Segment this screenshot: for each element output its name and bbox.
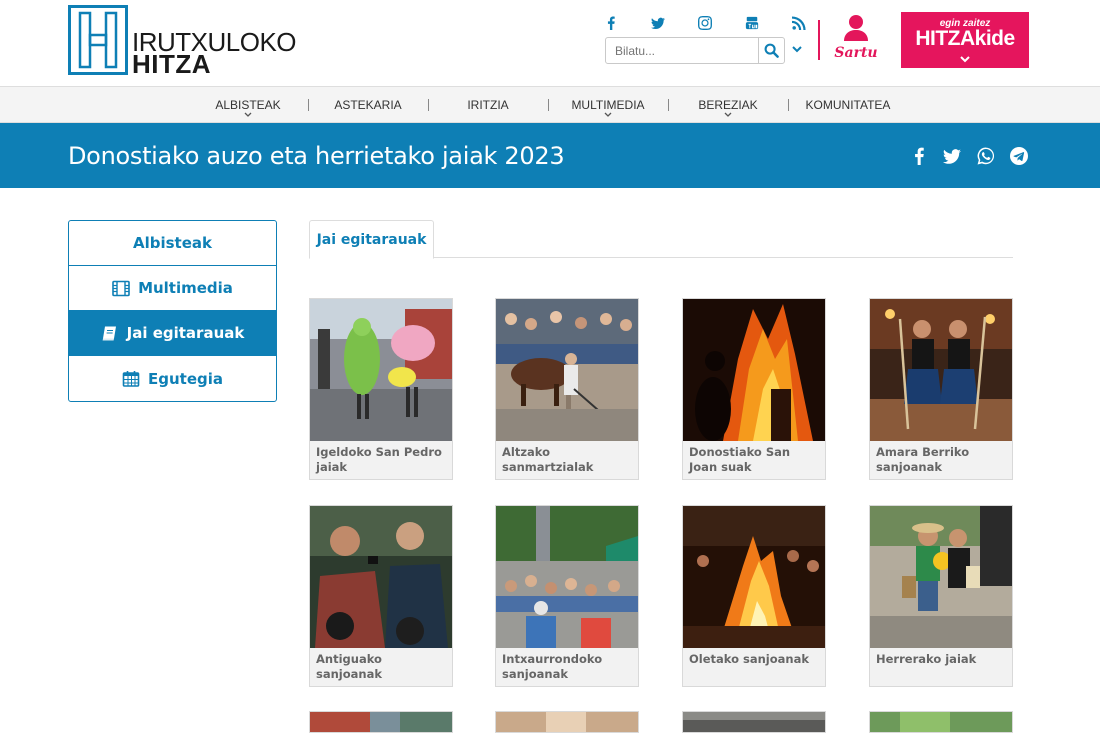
card-photo: [496, 299, 638, 441]
calendar-icon: [122, 371, 140, 387]
search-box: [605, 37, 785, 64]
card-donostia-san-joan[interactable]: Donostiako San Joan suak: [682, 298, 826, 480]
nav-item-iritzia[interactable]: IRITZIA: [448, 87, 528, 123]
card-amara-berri[interactable]: Amara Berriko sanjoanak: [869, 298, 1013, 480]
rss-icon[interactable]: [788, 12, 810, 34]
card-partial[interactable]: [495, 711, 639, 733]
card-title: Altzako sanmartzialak: [502, 445, 594, 474]
nav-label: ASTEKARIA: [334, 98, 402, 112]
header-divider: [818, 20, 820, 60]
card-oleta[interactable]: Oletako sanjoanak: [682, 505, 826, 687]
card-photo: [870, 712, 1012, 732]
chevron-down-icon: [724, 112, 732, 117]
card-partial[interactable]: [869, 711, 1013, 733]
nav-item-multimedia[interactable]: MULTIMEDIA: [568, 87, 648, 123]
card-igeldo[interactable]: Igeldoko San Pedro jaiak: [309, 298, 453, 480]
logo-mark: [68, 5, 128, 75]
user-icon: [844, 15, 868, 41]
card-altza[interactable]: Altzako sanmartzialak: [495, 298, 639, 480]
search-icon: [764, 43, 779, 58]
content-tabs: Jai egitarauak: [309, 220, 1013, 259]
card-photo: [870, 506, 1012, 648]
card-photo: [310, 506, 452, 648]
section-title-band: Donostiako auzo eta herrietako jaiak 202…: [0, 123, 1100, 188]
card-title: Antiguako sanjoanak: [316, 652, 382, 681]
site-logo[interactable]: IRUTXULOKO HITZA: [68, 5, 297, 79]
section-sidebar: Albisteak Multimedia Jai egitarauak Egut…: [68, 220, 277, 402]
login-button[interactable]: Sartu: [834, 14, 878, 64]
nav-item-bereziak[interactable]: BEREZIAK: [688, 87, 768, 123]
sidebar-item-egutegia[interactable]: Egutegia: [69, 356, 276, 401]
card-antigua[interactable]: Antiguako sanjoanak: [309, 505, 453, 687]
card-partial[interactable]: [682, 711, 826, 733]
telegram-icon[interactable]: [1008, 145, 1030, 167]
twitter-icon[interactable]: [647, 12, 669, 34]
card-photo: [496, 506, 638, 648]
card-intxaurrondo[interactable]: Intxaurrondoko sanjoanak: [495, 505, 639, 687]
card-title: Donostiako San Joan suak: [689, 445, 791, 474]
nav-label: MULTIMEDIA: [571, 98, 645, 112]
card-photo: [683, 712, 825, 732]
sidebar-item-label: Albisteak: [133, 234, 212, 252]
card-photo: [496, 712, 638, 732]
logo-bottom-text: HITZA: [132, 49, 212, 79]
sidebar-item-multimedia[interactable]: Multimedia: [69, 266, 276, 311]
nav-separator: [548, 99, 549, 111]
sidebar-item-jai-egitarauak[interactable]: Jai egitarauak: [69, 311, 276, 356]
facebook-icon[interactable]: [908, 145, 930, 167]
nav-separator: [788, 99, 789, 111]
card-title: Herrerako jaiak: [876, 652, 977, 666]
nav-item-albisteak[interactable]: ALBISTEAK: [208, 87, 288, 123]
instagram-icon[interactable]: [694, 12, 716, 34]
tab-jai-egitarauak[interactable]: Jai egitarauak: [309, 220, 434, 259]
film-icon: [112, 280, 130, 296]
chevron-down-icon: [604, 112, 612, 117]
search-input[interactable]: [606, 38, 758, 63]
nav-separator: [668, 99, 669, 111]
card-photo: [870, 299, 1012, 441]
sidebar-item-label: Jai egitarauak: [126, 324, 245, 342]
card-title: Oletako sanjoanak: [689, 652, 810, 666]
login-label: Sartu: [834, 45, 878, 61]
nav-label: IRITZIA: [467, 98, 509, 112]
nav-label: BEREZIAK: [698, 98, 758, 112]
book-icon: [102, 326, 116, 340]
whatsapp-icon[interactable]: [975, 145, 997, 167]
card-photo: [683, 506, 825, 648]
card-title: Amara Berriko sanjoanak: [876, 445, 970, 474]
twitter-icon[interactable]: [941, 145, 963, 167]
card-title: Intxaurrondoko sanjoanak: [502, 652, 603, 681]
page-title: Donostiako auzo eta herrietako jaiak 202…: [68, 142, 565, 170]
nav-separator: [428, 99, 429, 111]
promo-main-text: HITZAkide: [915, 27, 1015, 50]
main-nav: ALBISTEAK ASTEKARIA IRITZIA MULTIMEDIA B…: [0, 86, 1100, 123]
card-photo: [310, 712, 452, 732]
nav-item-komunitatea[interactable]: KOMUNITATEA: [804, 87, 892, 123]
search-button[interactable]: [758, 38, 784, 63]
site-header: IRUTXULOKO HITZA Sartu egin zaitez HI: [0, 0, 1100, 86]
card-photo: [310, 299, 452, 441]
youtube-icon[interactable]: [741, 12, 763, 34]
share-links: [908, 145, 1030, 167]
chevron-down-icon: [960, 56, 970, 63]
social-links: [600, 12, 810, 34]
sidebar-item-label: Multimedia: [138, 279, 233, 297]
card-herrera[interactable]: Herrerako jaiak: [869, 505, 1013, 687]
card-partial[interactable]: [309, 711, 453, 733]
sidebar-item-albisteak[interactable]: Albisteak: [69, 221, 276, 266]
nav-separator: [308, 99, 309, 111]
nav-label: KOMUNITATEA: [805, 98, 891, 112]
chevron-down-icon: [244, 112, 252, 117]
hitzakide-promo-button[interactable]: egin zaitez HITZAkide: [901, 12, 1029, 68]
card-title: Igeldoko San Pedro jaiak: [316, 445, 442, 474]
facebook-icon[interactable]: [600, 12, 622, 34]
sidebar-item-label: Egutegia: [147, 369, 223, 388]
nav-item-astekaria[interactable]: ASTEKARIA: [328, 87, 408, 123]
card-photo: [683, 299, 825, 441]
chevron-down-icon[interactable]: [790, 42, 804, 56]
nav-label: ALBISTEAK: [215, 98, 281, 112]
